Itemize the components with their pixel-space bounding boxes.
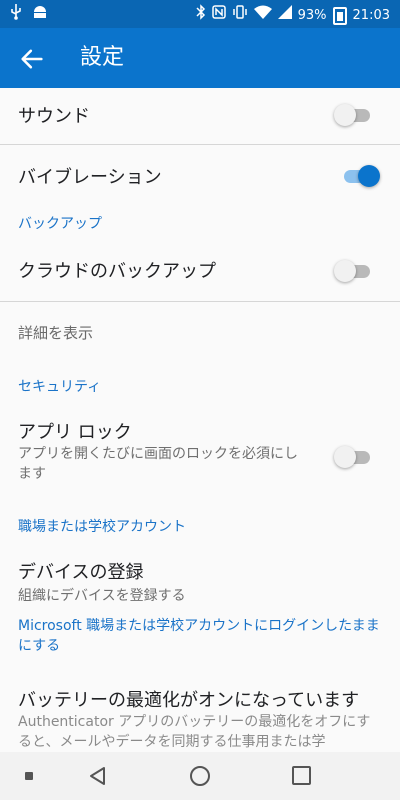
settings-list[interactable]: サウンド バイブレーション バックアップ クラウドのバックアップ 詳細を表示 セ… bbox=[0, 88, 400, 752]
battery-percent: 93% bbox=[297, 7, 327, 23]
show-details-link[interactable]: 詳細を表示 bbox=[0, 302, 400, 360]
android-icon bbox=[32, 5, 48, 26]
section-backup-header: バックアップ bbox=[18, 216, 102, 232]
cloud-backup-toggle[interactable] bbox=[334, 260, 374, 282]
navigation-bar bbox=[0, 752, 400, 800]
section-backup: バックアップ bbox=[0, 205, 400, 241]
bluetooth-icon bbox=[196, 4, 206, 27]
nav-back-icon[interactable] bbox=[88, 766, 108, 786]
clock: 21:03 bbox=[352, 7, 390, 23]
setting-vibration[interactable]: バイブレーション bbox=[0, 145, 400, 205]
setting-cloud-backup[interactable]: クラウドのバックアップ bbox=[0, 241, 400, 301]
wifi-icon bbox=[253, 5, 272, 26]
show-details-label: 詳細を表示 bbox=[18, 324, 94, 342]
app-lock-toggle[interactable] bbox=[334, 446, 374, 468]
setting-device-register-label: デバイスの登録 bbox=[18, 562, 144, 583]
usb-icon bbox=[10, 4, 22, 27]
setting-app-lock-description: アプリを開くたびに画面のロックを必須にします bbox=[18, 446, 298, 482]
vibrate-icon bbox=[232, 5, 248, 26]
setting-app-lock[interactable]: アプリ ロック アプリを開くたびに画面のロックを必須にします bbox=[0, 404, 400, 504]
setting-battery-optimization[interactable]: バッテリーの最適化がオンになっています Authenticator アプリのバッ… bbox=[0, 676, 400, 752]
app-bar: 設定 bbox=[0, 28, 400, 88]
setting-device-register-description: 組織にデバイスを登録する bbox=[18, 588, 186, 604]
section-security: セキュリティ bbox=[0, 360, 400, 404]
setting-battery-optimization-description: Authenticator アプリのバッテリーの最適化をオフにすると、メールやデ… bbox=[18, 714, 371, 750]
nav-home-icon[interactable] bbox=[190, 766, 210, 786]
setting-battery-optimization-label: バッテリーの最適化がオンになっています bbox=[18, 690, 360, 711]
section-security-header: セキュリティ bbox=[18, 379, 102, 395]
setting-sound[interactable]: サウンド bbox=[0, 88, 400, 144]
vibration-toggle[interactable] bbox=[340, 165, 380, 187]
back-arrow-icon[interactable] bbox=[18, 45, 46, 73]
setting-vibration-label: バイブレーション bbox=[18, 167, 162, 188]
nav-dot-icon[interactable] bbox=[25, 772, 33, 780]
nfc-icon bbox=[211, 5, 226, 26]
setting-sound-label: サウンド bbox=[18, 106, 90, 127]
section-microsoft-account-header: Microsoft 職場または学校アカウントにログインしたままにする bbox=[18, 618, 380, 654]
section-work-account: 職場または学校アカウント bbox=[0, 504, 400, 544]
setting-app-lock-label: アプリ ロック bbox=[18, 422, 132, 443]
page-title: 設定 bbox=[80, 45, 125, 70]
setting-cloud-backup-label: クラウドのバックアップ bbox=[18, 261, 216, 282]
battery-icon bbox=[332, 6, 347, 25]
signal-icon bbox=[277, 5, 292, 26]
section-work-account-header: 職場または学校アカウント bbox=[18, 519, 186, 535]
sound-toggle[interactable] bbox=[334, 104, 374, 126]
setting-device-register[interactable]: デバイスの登録 組織にデバイスを登録する bbox=[0, 544, 400, 616]
nav-recent-apps-icon[interactable] bbox=[292, 766, 311, 785]
status-bar: 93% 21:03 bbox=[0, 0, 400, 28]
